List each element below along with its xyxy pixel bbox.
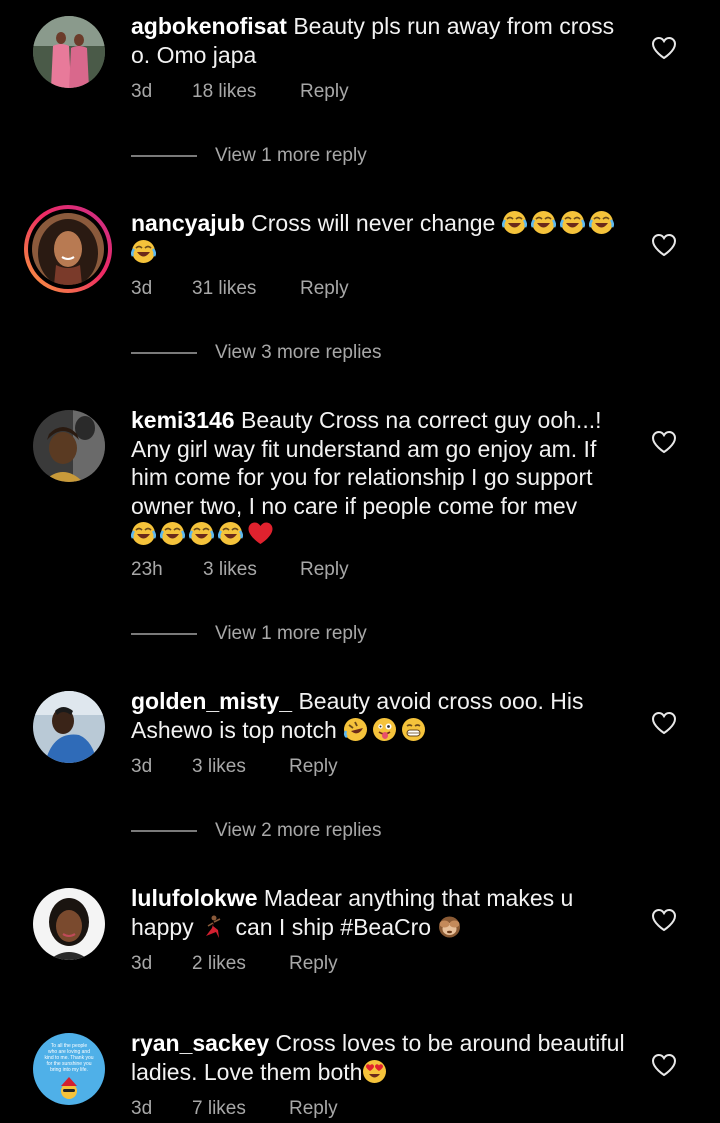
view-replies-label[interactable]: View 1 more reply — [215, 622, 367, 646]
comment-time: 23h — [131, 559, 163, 580]
heart-outline-icon[interactable] — [651, 908, 677, 932]
divider-line — [131, 633, 197, 635]
divider-line — [131, 155, 197, 157]
dancer-emoji — [206, 915, 221, 938]
view-replies-label[interactable]: View 3 more replies — [215, 341, 382, 365]
heart-outline-icon[interactable] — [651, 711, 677, 735]
comment-likes[interactable]: 3 likes — [192, 755, 246, 779]
reply-button[interactable]: Reply — [289, 952, 338, 976]
comment-text: can I ship #BeaCro — [235, 913, 432, 940]
avatar[interactable] — [33, 691, 105, 763]
red-heart-emoji — [248, 522, 273, 544]
comment-likes[interactable]: 18 likes — [192, 80, 256, 104]
laugh-emoji — [559, 211, 585, 234]
laugh-emoji — [131, 522, 156, 545]
heart-outline-icon[interactable] — [651, 1053, 677, 1077]
comment-likes[interactable]: 7 likes — [192, 1097, 246, 1121]
avatar[interactable] — [33, 410, 105, 482]
laugh-emoji — [530, 211, 556, 234]
view-replies-button[interactable]: View 1 more reply — [131, 144, 531, 168]
comment-username[interactable]: ryan_sackey — [131, 1030, 269, 1056]
comment-username[interactable]: kemi3146 — [131, 407, 235, 433]
avatar-photo — [33, 410, 105, 482]
avatar-story-ring[interactable] — [24, 205, 112, 293]
reply-button[interactable]: Reply — [289, 1097, 338, 1121]
comment-likes[interactable]: 2 likes — [192, 952, 246, 976]
avatar[interactable] — [33, 16, 105, 88]
heart-eyes-emoji — [363, 1059, 387, 1083]
comment-username[interactable]: agbokenofisat — [131, 13, 287, 39]
avatar-photo — [33, 16, 105, 88]
avatar-photo — [33, 691, 105, 763]
reply-button[interactable]: Reply — [300, 80, 349, 104]
reply-button[interactable]: Reply — [300, 277, 349, 301]
avatar[interactable]: To all the people who are loving and kin… — [33, 1033, 105, 1105]
laugh-emoji — [131, 239, 156, 263]
comment-time: 3d — [131, 1098, 153, 1119]
comment-time: 3d — [131, 756, 153, 777]
see-no-evil-monkey-emoji — [439, 916, 461, 937]
divider-line — [131, 352, 197, 354]
comment-username[interactable]: nancyajub — [131, 210, 245, 236]
divider-line — [131, 830, 197, 832]
heart-outline-icon[interactable] — [651, 430, 677, 454]
grinning-emoji — [402, 717, 426, 741]
avatar-photo — [33, 888, 105, 960]
comment-likes[interactable]: 31 likes — [192, 277, 256, 301]
view-replies-button[interactable]: View 1 more reply — [131, 622, 531, 646]
comment-time: 3d — [131, 278, 153, 299]
view-replies-label[interactable]: View 2 more replies — [215, 819, 382, 843]
comment-likes[interactable]: 3 likes — [203, 558, 257, 582]
view-replies-button[interactable]: View 3 more replies — [131, 341, 531, 365]
laugh-emoji — [588, 211, 614, 234]
comment-text: Cross will never change — [251, 210, 496, 236]
comment-time: 3d — [131, 953, 153, 974]
heart-outline-icon[interactable] — [651, 36, 677, 60]
heart-outline-icon[interactable] — [651, 233, 677, 257]
laugh-emoji — [160, 522, 185, 545]
winking-tongue-emoji — [373, 717, 397, 741]
avatar-quote-text: bring into my life. — [50, 1067, 88, 1073]
rolling-on-floor-laughing-emoji — [344, 717, 368, 741]
laugh-emoji — [189, 522, 214, 545]
laugh-emoji — [218, 522, 243, 545]
reply-button[interactable]: Reply — [289, 755, 338, 779]
reply-button[interactable]: Reply — [300, 558, 349, 582]
avatar-photo: To all the people who are loving and kin… — [33, 1033, 105, 1105]
laugh-emoji — [501, 211, 527, 234]
avatar-photo — [32, 213, 104, 285]
view-replies-label[interactable]: View 1 more reply — [215, 144, 367, 168]
comment-username[interactable]: golden_misty_ — [131, 688, 292, 714]
avatar[interactable] — [33, 888, 105, 960]
comment-time: 3d — [131, 81, 153, 102]
comment-username[interactable]: lulufolokwe — [131, 885, 258, 911]
view-replies-button[interactable]: View 2 more replies — [131, 819, 531, 843]
